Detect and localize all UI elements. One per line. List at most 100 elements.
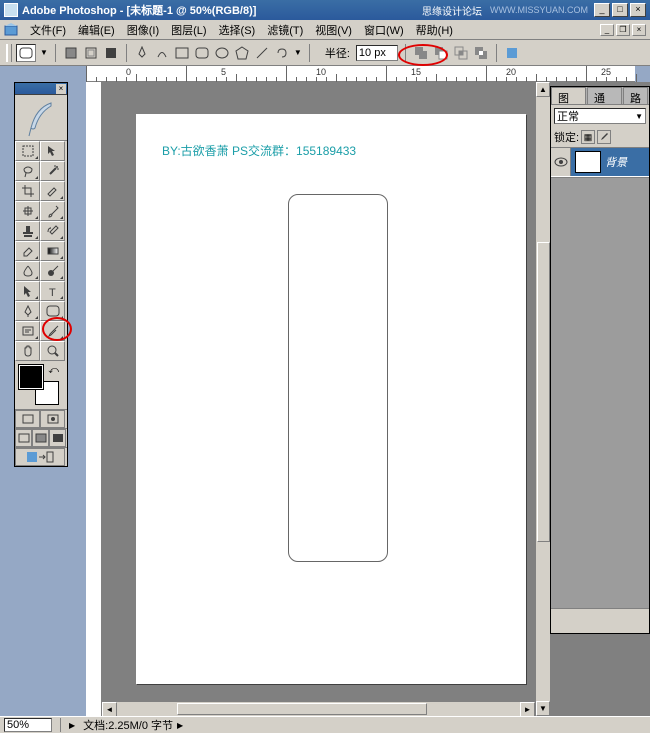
ruler-vertical[interactable] bbox=[86, 82, 102, 716]
tool-marquee[interactable] bbox=[15, 141, 40, 161]
mdi-restore[interactable]: ❐ bbox=[616, 24, 630, 36]
scroll-up-button[interactable]: ▲ bbox=[536, 82, 550, 97]
lock-pixels-icon[interactable] bbox=[597, 130, 611, 144]
layer-list: 背景 bbox=[551, 148, 649, 178]
palette-close-icon[interactable]: × bbox=[56, 84, 66, 94]
scrollbar-horizontal[interactable]: ◄ ► bbox=[102, 701, 535, 716]
scroll-thumb-horizontal[interactable] bbox=[177, 703, 427, 715]
mdi-close[interactable]: × bbox=[632, 24, 646, 36]
tool-path-select[interactable] bbox=[15, 281, 40, 301]
status-menu-icon[interactable]: ▶ bbox=[69, 721, 75, 730]
ps-logo-area bbox=[15, 95, 67, 141]
tool-hand[interactable] bbox=[15, 341, 40, 361]
menu-edit[interactable]: 编辑(E) bbox=[72, 20, 121, 40]
combine-exclude-icon[interactable] bbox=[473, 45, 489, 61]
minimize-button[interactable]: _ bbox=[594, 3, 610, 17]
dropdown-arrow-icon[interactable]: ▼ bbox=[40, 48, 48, 57]
menu-help[interactable]: 帮助(H) bbox=[410, 20, 459, 40]
tool-dodge[interactable] bbox=[40, 261, 65, 281]
close-button[interactable]: × bbox=[630, 3, 646, 17]
zoom-input[interactable] bbox=[4, 718, 52, 732]
menu-image[interactable]: 图像(I) bbox=[121, 20, 165, 40]
quickmask-mode-button[interactable] bbox=[40, 410, 65, 428]
tool-blur[interactable] bbox=[15, 261, 40, 281]
tool-magic-wand[interactable] bbox=[40, 161, 65, 181]
visibility-eye-icon[interactable] bbox=[551, 148, 571, 176]
scrollbar-vertical[interactable]: ▲ ▼ bbox=[535, 82, 550, 716]
tool-history-brush[interactable] bbox=[40, 221, 65, 241]
swap-colors-icon[interactable]: ⤺ bbox=[48, 365, 59, 376]
style-picker-icon[interactable] bbox=[504, 45, 520, 61]
tool-type[interactable]: T bbox=[40, 281, 65, 301]
paths-mode[interactable] bbox=[83, 45, 99, 61]
freeform-pen-icon[interactable] bbox=[154, 45, 170, 61]
tool-eyedropper[interactable] bbox=[40, 321, 65, 341]
combine-subtract-icon[interactable] bbox=[433, 45, 449, 61]
menu-window[interactable]: 窗口(W) bbox=[358, 20, 410, 40]
menu-select[interactable]: 选择(S) bbox=[213, 20, 262, 40]
tab-paths[interactable]: 路 bbox=[623, 87, 648, 104]
watermark-text: BY:古欲香萧 PS交流群：155189433 bbox=[162, 142, 356, 159]
mdi-minimize[interactable]: _ bbox=[600, 24, 614, 36]
layer-background[interactable]: 背景 bbox=[551, 148, 649, 176]
blend-mode-select[interactable]: 正常 ▼ bbox=[554, 108, 646, 124]
maximize-button[interactable]: □ bbox=[612, 3, 628, 17]
tool-healing[interactable] bbox=[15, 201, 40, 221]
screenmode-standard[interactable] bbox=[15, 429, 32, 447]
scroll-left-button[interactable]: ◄ bbox=[102, 702, 117, 717]
combine-intersect-icon[interactable] bbox=[453, 45, 469, 61]
status-bar: ▶ 文档:2.25M/0 字节 ▶ bbox=[0, 716, 650, 733]
tool-stamp[interactable] bbox=[15, 221, 40, 241]
tool-brush[interactable] bbox=[40, 201, 65, 221]
tool-eraser[interactable] bbox=[15, 241, 40, 261]
rectangle-shape-icon[interactable] bbox=[174, 45, 190, 61]
doc-icon[interactable] bbox=[4, 23, 18, 37]
shape-layers-mode[interactable] bbox=[63, 45, 79, 61]
shape-dropdown-icon[interactable]: ▼ bbox=[294, 48, 302, 57]
rounded-rect-shape-icon[interactable] bbox=[194, 45, 210, 61]
standard-mode-button[interactable] bbox=[15, 410, 40, 428]
menu-filter[interactable]: 滤镜(T) bbox=[261, 20, 309, 40]
lock-transparency-icon[interactable]: ▦ bbox=[581, 130, 595, 144]
tool-gradient[interactable] bbox=[40, 241, 65, 261]
screenmode-full[interactable] bbox=[49, 429, 66, 447]
radius-input[interactable] bbox=[356, 45, 398, 61]
scroll-down-button[interactable]: ▼ bbox=[536, 701, 550, 716]
tool-lasso[interactable] bbox=[15, 161, 40, 181]
combine-add-icon[interactable] bbox=[413, 45, 429, 61]
tool-rounded-rect[interactable] bbox=[40, 301, 65, 321]
tool-zoom[interactable] bbox=[40, 341, 65, 361]
palette-header[interactable]: × bbox=[15, 83, 67, 95]
tool-move[interactable] bbox=[40, 141, 65, 161]
polygon-shape-icon[interactable] bbox=[234, 45, 250, 61]
menu-file[interactable]: 文件(F) bbox=[24, 20, 72, 40]
scroll-thumb-vertical[interactable] bbox=[537, 242, 550, 542]
tool-crop[interactable] bbox=[15, 181, 40, 201]
tool-slice[interactable] bbox=[40, 181, 65, 201]
menu-bar: 文件(F) 编辑(E) 图像(I) 图层(L) 选择(S) 滤镜(T) 视图(V… bbox=[0, 20, 650, 40]
ruler-horizontal[interactable]: 0510152025 bbox=[86, 66, 635, 82]
custom-shape-icon[interactable] bbox=[274, 45, 290, 61]
tab-channels[interactable]: 通道 bbox=[587, 87, 622, 104]
status-dropdown-icon[interactable]: ▶ bbox=[177, 721, 183, 730]
ellipse-shape-icon[interactable] bbox=[214, 45, 230, 61]
layer-thumbnail[interactable] bbox=[575, 151, 601, 173]
fill-pixels-mode[interactable] bbox=[103, 45, 119, 61]
foreground-color-swatch[interactable] bbox=[19, 365, 43, 389]
menu-layer[interactable]: 图层(L) bbox=[165, 20, 212, 40]
document-canvas[interactable]: BY:古欲香萧 PS交流群：155189433 bbox=[136, 114, 526, 684]
tool-pen[interactable] bbox=[15, 301, 40, 321]
screenmode-full-menus[interactable] bbox=[32, 429, 49, 447]
menu-view[interactable]: 视图(V) bbox=[309, 20, 358, 40]
tab-layers[interactable]: 图层 bbox=[551, 87, 586, 104]
dropdown-icon: ▼ bbox=[635, 112, 643, 121]
current-tool-rounded-rect[interactable] bbox=[16, 44, 36, 62]
grip-handle[interactable] bbox=[6, 44, 12, 62]
pen-tool-icon[interactable] bbox=[134, 45, 150, 61]
tools-palette: × T bbox=[14, 82, 68, 467]
tool-notes[interactable] bbox=[15, 321, 40, 341]
line-shape-icon[interactable] bbox=[254, 45, 270, 61]
jump-to-imageready[interactable] bbox=[15, 448, 65, 466]
scroll-right-button[interactable]: ► bbox=[520, 702, 535, 717]
layers-footer bbox=[551, 608, 649, 628]
